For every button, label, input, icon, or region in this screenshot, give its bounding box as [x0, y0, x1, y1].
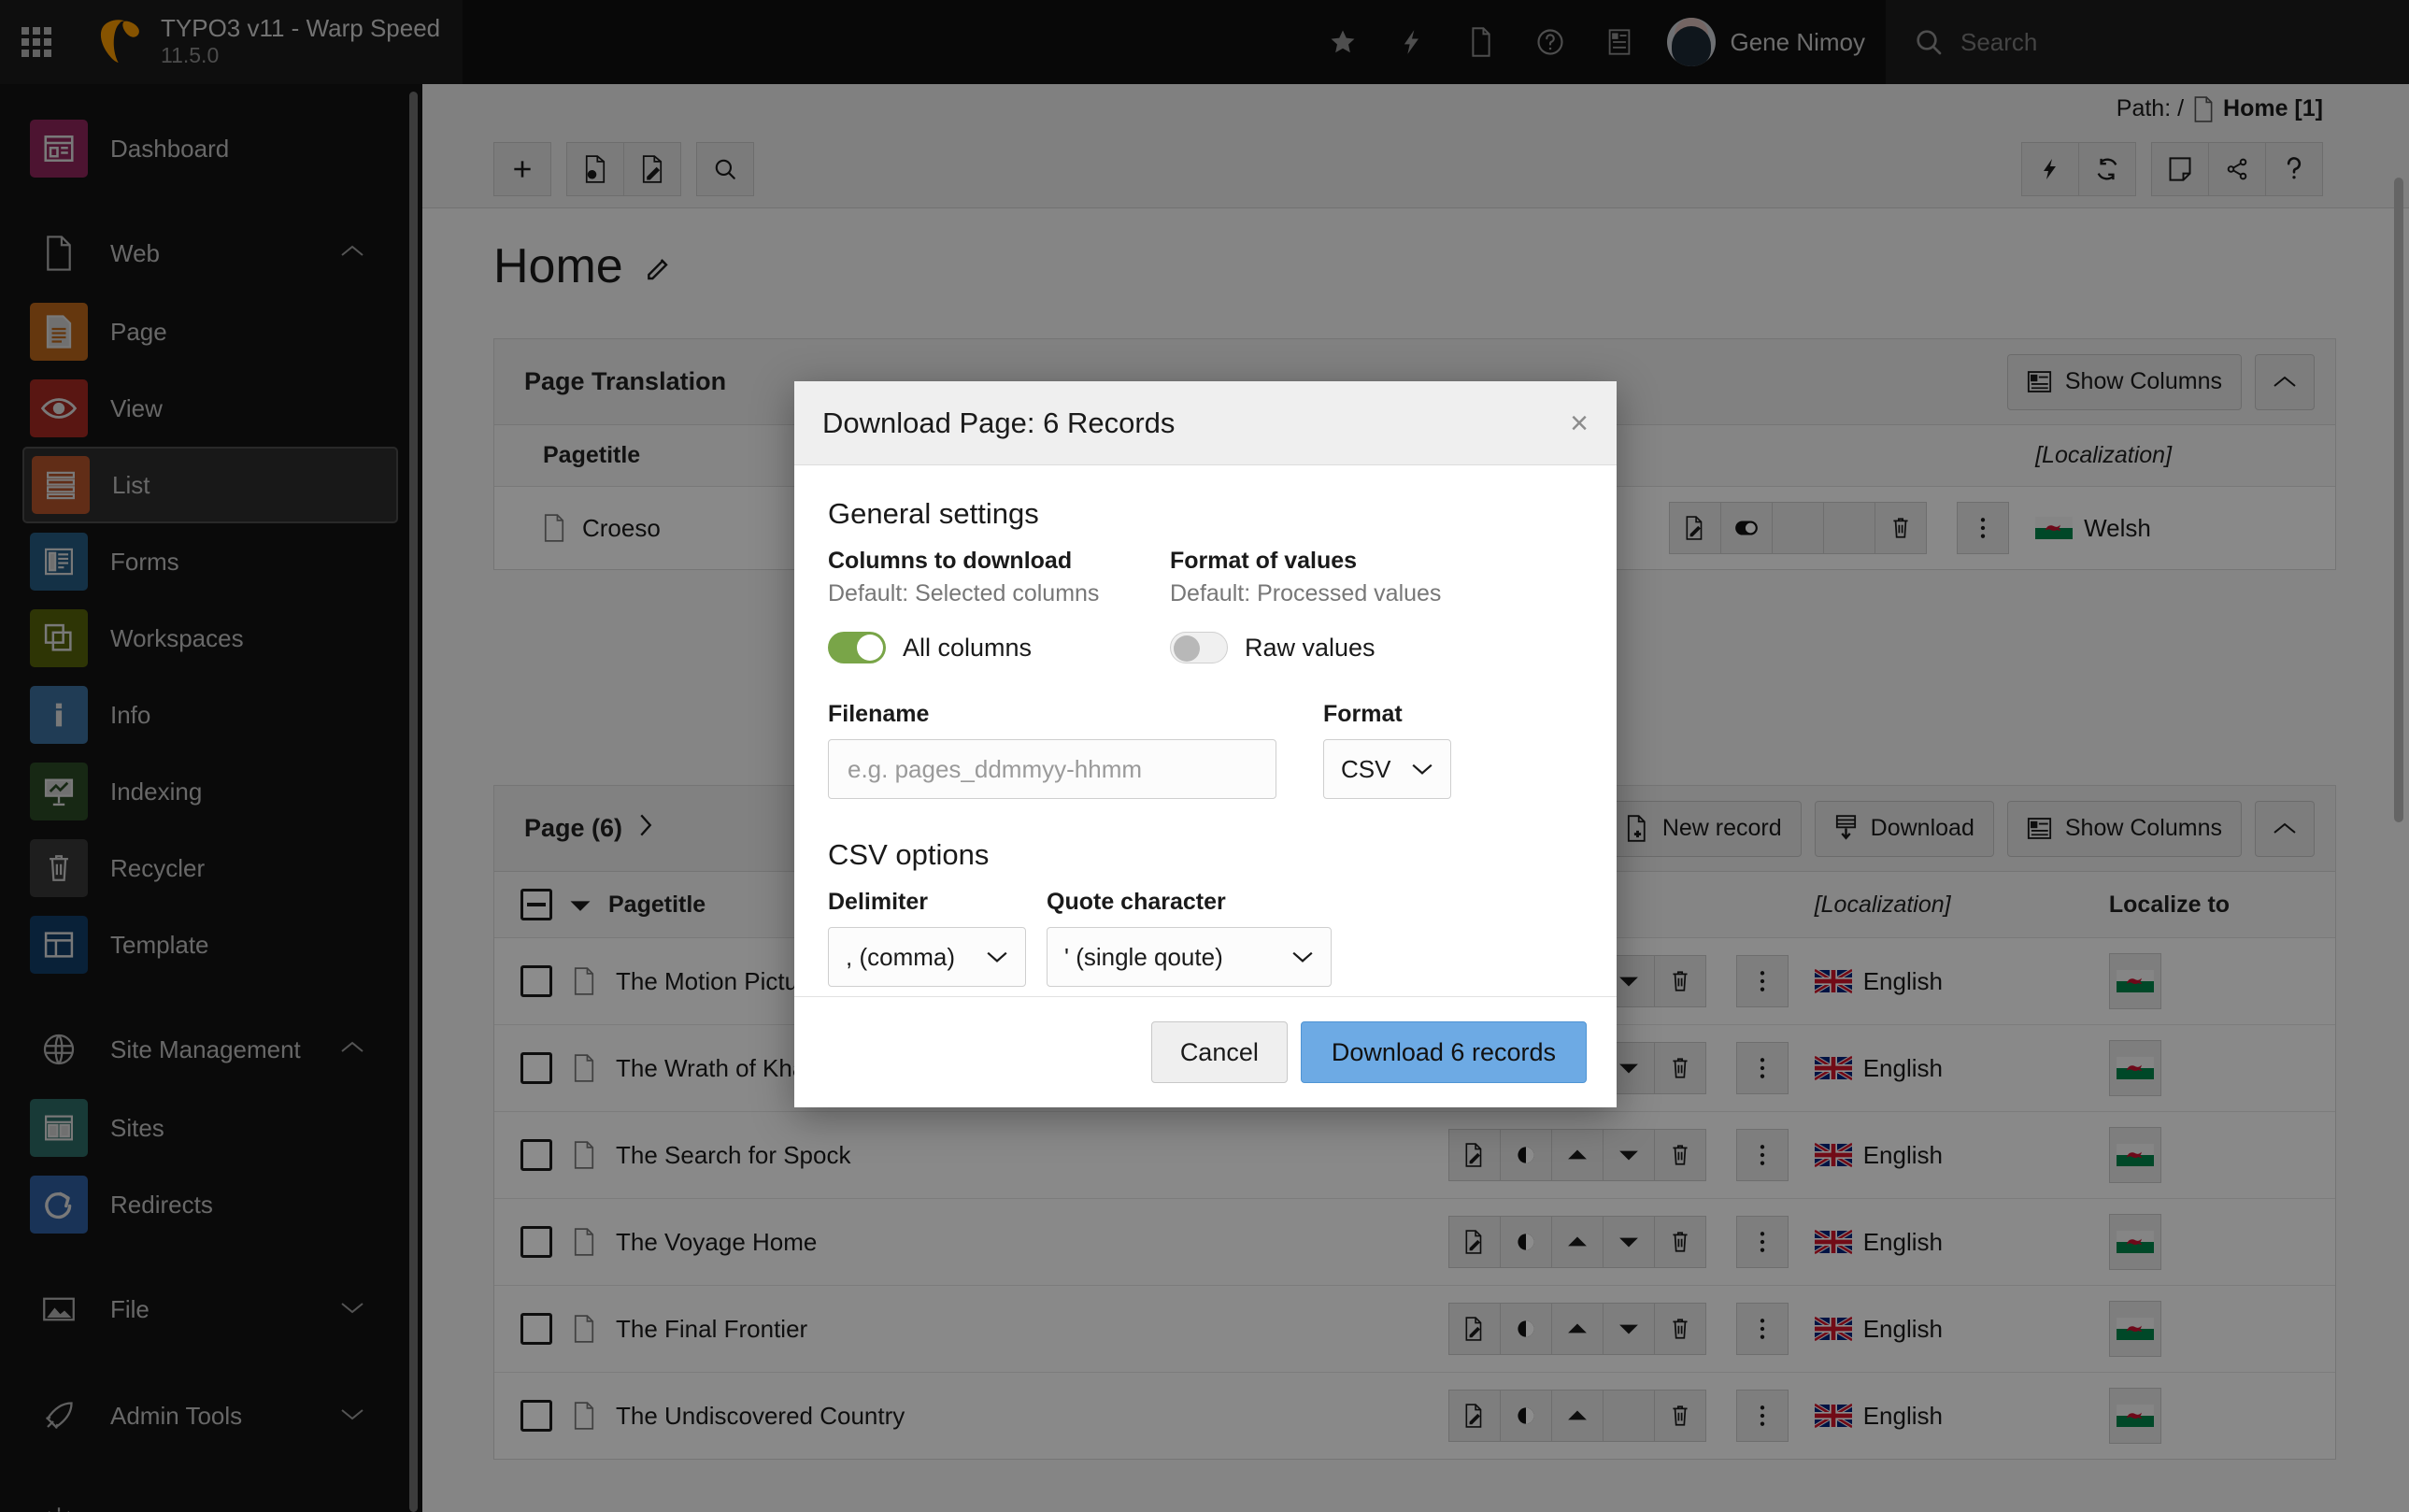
quote-character-group: Quote character ' (single qoute): [1047, 889, 1332, 987]
format-values-default-text: Default: Processed values: [1170, 580, 1512, 607]
format-of-values-group: Format of values Default: Processed valu…: [1170, 548, 1512, 663]
filename-placeholder: e.g. pages_ddmmyy-hhmm: [848, 755, 1142, 784]
download-modal: Download Page: 6 Records × General setti…: [794, 381, 1617, 1107]
format-group: Format CSV: [1323, 701, 1451, 799]
all-columns-label: All columns: [903, 634, 1032, 663]
filename-label: Filename: [828, 701, 1323, 728]
delimiter-select[interactable]: , (comma): [828, 927, 1026, 987]
delimiter-label: Delimiter: [828, 889, 1026, 916]
quote-label: Quote character: [1047, 889, 1332, 916]
delimiter-group: Delimiter , (comma): [828, 889, 1026, 987]
settings-row: Columns to download Default: Selected co…: [828, 548, 1583, 663]
chevron-down-icon: [1411, 763, 1433, 776]
columns-label: Columns to download: [828, 548, 1170, 575]
modal-footer: Cancel Download 6 records: [794, 996, 1617, 1107]
modal-title: Download Page: 6 Records: [822, 407, 1175, 440]
filename-format-row: Filename e.g. pages_ddmmyy-hhmm Format C…: [828, 701, 1583, 799]
general-settings-heading: General settings: [828, 497, 1583, 531]
typo3-backend: TYPO3 v11 - Warp Speed 11.5.0: [0, 0, 2409, 1512]
format-values-label: Format of values: [1170, 548, 1512, 575]
download-records-button[interactable]: Download 6 records: [1301, 1021, 1587, 1083]
filename-input[interactable]: e.g. pages_ddmmyy-hhmm: [828, 739, 1276, 799]
modal-header: Download Page: 6 Records ×: [794, 381, 1617, 465]
all-columns-toggle-row[interactable]: All columns: [828, 632, 1170, 663]
delimiter-value: , (comma): [846, 943, 955, 972]
chevron-down-icon: [986, 950, 1008, 963]
chevron-down-icon: [1291, 950, 1314, 963]
raw-values-toggle-row[interactable]: Raw values: [1170, 632, 1512, 663]
quote-select[interactable]: ' (single qoute): [1047, 927, 1332, 987]
format-select[interactable]: CSV: [1323, 739, 1451, 799]
columns-to-download-group: Columns to download Default: Selected co…: [828, 548, 1170, 663]
format-field-label: Format: [1323, 701, 1451, 728]
csv-options-heading: CSV options: [828, 838, 1583, 872]
csv-options-row: Delimiter , (comma) Quote character ' (s…: [828, 889, 1583, 987]
quote-value: ' (single qoute): [1064, 943, 1223, 972]
close-icon[interactable]: ×: [1570, 407, 1589, 439]
modal-body: General settings Columns to download Def…: [794, 465, 1617, 996]
format-select-value: CSV: [1341, 755, 1390, 784]
raw-values-label: Raw values: [1245, 634, 1376, 663]
all-columns-toggle[interactable]: [828, 632, 886, 663]
raw-values-toggle[interactable]: [1170, 632, 1228, 663]
cancel-button[interactable]: Cancel: [1151, 1021, 1288, 1083]
filename-group: Filename e.g. pages_ddmmyy-hhmm: [828, 701, 1323, 799]
columns-default-text: Default: Selected columns: [828, 580, 1170, 607]
